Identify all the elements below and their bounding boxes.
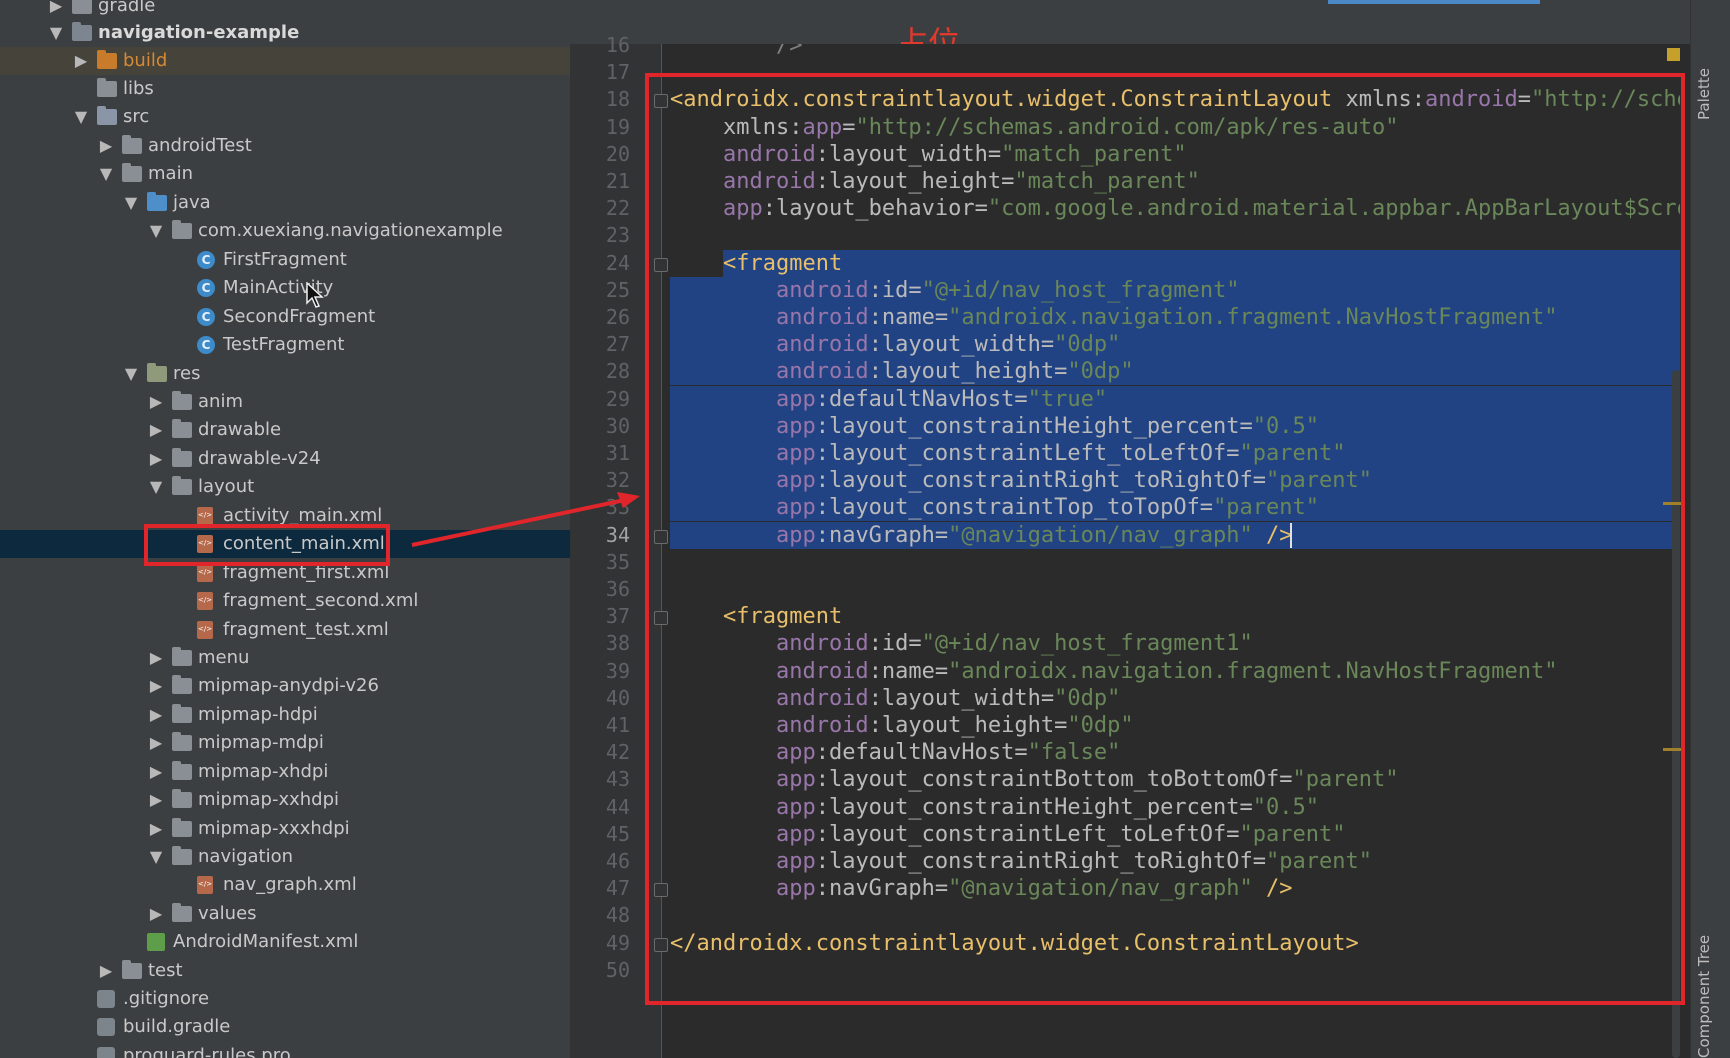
annotation-arrow bbox=[411, 492, 640, 547]
mouse-pointer-icon bbox=[306, 282, 324, 308]
